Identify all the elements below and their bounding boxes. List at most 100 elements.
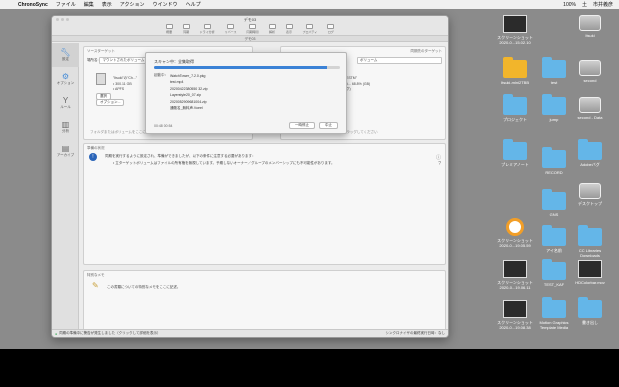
desktop-icon[interactable]: second - Data [563, 97, 617, 120]
source-format: • APFS [113, 87, 125, 91]
folder-icon [578, 297, 602, 318]
sidebar-item-label: オプション [56, 81, 75, 85]
menu-view[interactable]: 表示 [102, 1, 112, 8]
toolbar-sync-button[interactable]: 同期 [182, 24, 190, 34]
document-subtitle: デモ03 [52, 36, 448, 42]
menu-edit[interactable]: 編集 [84, 1, 94, 8]
rules-icon: Y [62, 96, 69, 105]
window-toolbar: 概要 同期 ドライ分析 リバース 同期時間 解析 表示 プロパティ ログ [52, 23, 448, 36]
archive-icon: ▤ [61, 144, 70, 153]
desktop-icon[interactable]: 書き出し [563, 297, 617, 325]
scan-progress-bar [154, 66, 340, 69]
sidebar-item-setup[interactable]: 🔧︎ 設定 [52, 43, 79, 67]
notes-title: 特別なメモ [87, 273, 105, 277]
warning-icon: ! [89, 153, 97, 161]
toolbar-log-button[interactable]: ログ [327, 24, 335, 34]
desktop-icon-label: スクリーンショット 2020-0...15.02.10 [497, 35, 533, 45]
source-drive-icon [96, 73, 106, 85]
folder-icon [503, 57, 527, 78]
drive-icon [579, 97, 601, 113]
notes-text[interactable]: この書類についての特別なメモをここに記述。 [104, 284, 183, 291]
sidebar: 🔧︎ 設定 ⚙ オプション Y ルール ▥ 分析 ▤ アーカイブ [52, 43, 79, 329]
screenshot-icon [503, 260, 527, 278]
status-check-icon: ● [55, 331, 58, 336]
toolbar-show-button[interactable]: 表示 [285, 24, 293, 34]
toolbar-overview-button[interactable]: 概要 [165, 24, 173, 34]
scan-elapsed: 00:48 00:54 [154, 124, 173, 128]
scan-status-title: スキャン中：全集取得 [154, 59, 194, 64]
note-pencil-icon: ✎ [92, 281, 99, 290]
sidebar-item-label: 設定 [62, 57, 69, 61]
window-controls [56, 18, 69, 21]
toolbar-label: 解析 [269, 30, 276, 34]
source-options-button[interactable]: オプション... [96, 99, 125, 106]
desktop-icon-label: Itsuki [585, 33, 595, 38]
menu-action[interactable]: アクション [120, 1, 145, 8]
menu-bar: ChronoSync ファイル 編集 表示 アクション ウインドウ ヘルプ 10… [0, 0, 619, 9]
help-icon[interactable]: ? [438, 161, 441, 167]
toolbar-reverse-button[interactable]: リバース [225, 24, 237, 34]
desktop-icon-label: GNS [549, 212, 559, 217]
window-title: デモ03 [243, 16, 257, 22]
sidebar-item-label: アーカイブ [56, 153, 75, 157]
pause-button[interactable]: 一時停止 [289, 122, 315, 129]
desktop-icon[interactable]: デスクトップ [563, 183, 617, 206]
desktop-icon[interactable]: second [563, 60, 617, 83]
scan-progress-sheet: スキャン中：全集取得 起動中： WatchTower_7.2.0.pkg test… [145, 52, 347, 134]
menu-help[interactable]: ヘルプ [186, 1, 201, 8]
toolbar-label: ドライ分析 [199, 30, 215, 34]
sidebar-item-analysis[interactable]: ▥ 分析 [52, 115, 79, 139]
desktop-icon-label: second - Data [577, 115, 603, 120]
folder-icon [503, 94, 527, 115]
clock[interactable]: 土 [582, 1, 587, 8]
close-window-button[interactable] [56, 18, 59, 21]
desktop-icon[interactable]: Itsuki [563, 15, 617, 38]
toolbar-analyze-button[interactable]: 解析 [268, 24, 276, 34]
menubar-status-area: 100% 土 市井義彦 [563, 1, 613, 9]
sidebar-item-label: ルール [60, 105, 71, 109]
user-name[interactable]: 市井義彦 [593, 1, 613, 8]
toolbar-schedule-button[interactable]: 同期時間 [247, 24, 259, 34]
desktop-icon[interactable]: スクリーンショット 2020-0...15.02.10 [488, 15, 542, 45]
drive-icon [579, 60, 601, 76]
source-volume-popup[interactable]: マウントされたボリューム [99, 57, 148, 64]
minimize-window-button[interactable] [61, 18, 64, 21]
desktop-icon-label: デスクトップ [578, 201, 602, 206]
scan-progress-fill [154, 66, 327, 69]
folder-icon [503, 139, 527, 160]
zoom-window-button[interactable] [66, 18, 69, 21]
screen-bottom-bar [0, 349, 619, 387]
info-icon[interactable]: ⓘ [436, 154, 441, 161]
destination-volume-popup[interactable]: ボリューム [357, 57, 442, 64]
source-volume-label: 場所名: [87, 58, 99, 62]
cancel-button[interactable]: 中止 [319, 122, 338, 129]
folder-icon [578, 139, 602, 160]
toolbar-label: 同期時間 [246, 30, 259, 34]
drive-icon [579, 15, 601, 31]
desktop-icon[interactable]: Adobeバグ [563, 139, 617, 167]
readiness-warning: ! [89, 153, 97, 161]
desktop-icon-label: RECORD [545, 170, 563, 175]
menu-app-name[interactable]: ChronoSync [18, 2, 48, 8]
menu-file[interactable]: ファイル [56, 1, 76, 8]
desktop-icon[interactable]: HDColorbar.mov [563, 260, 617, 285]
toolbar-label: 表示 [286, 30, 293, 34]
screenshot-icon [503, 15, 527, 33]
scan-file-item: 通販名_無料声.Voeel [170, 106, 203, 111]
menu-window[interactable]: ウインドウ [153, 1, 178, 8]
sidebar-item-archive[interactable]: ▤ アーカイブ [52, 139, 79, 163]
battery-percent[interactable]: 100% [563, 2, 576, 8]
desktop-icon[interactable]: CC Libraries Downloads [563, 225, 617, 258]
readiness-title: 準備の状況 [87, 146, 105, 150]
desktop-icon-label: second [583, 78, 597, 83]
sidebar-item-rules[interactable]: Y ルール [52, 91, 79, 115]
notes-panel: 特別なメモ ✎ この書類についての特別なメモをここに記述。 [83, 270, 446, 334]
window-titlebar: デモ03 [52, 16, 448, 23]
status-warning-text[interactable]: 同期の準備中に警告が発生しました（クリックして詳細を表示） [59, 331, 160, 336]
gear-icon: ⚙ [61, 72, 70, 81]
toolbar-properties-button[interactable]: プロパティ [303, 24, 317, 34]
toolbar-dry-run-button[interactable]: ドライ分析 [200, 24, 215, 34]
toolbar-label: 同期 [183, 30, 190, 34]
sidebar-item-options[interactable]: ⚙ オプション [52, 67, 79, 91]
readiness-message: 同期を実行するように設定され、準備ができましたが、以下の条件に注意する必要があり… [105, 154, 256, 158]
